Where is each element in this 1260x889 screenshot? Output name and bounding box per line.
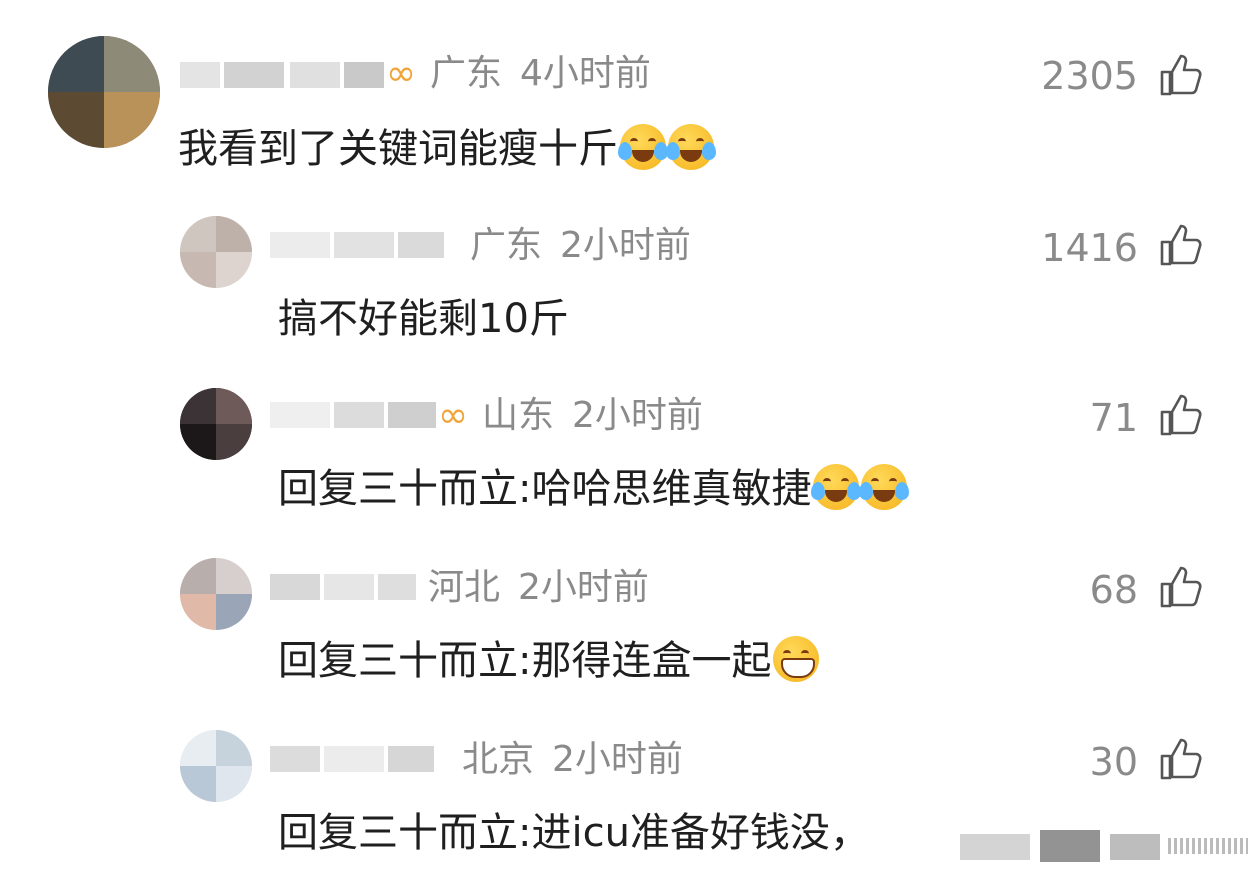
laugh-cry-emoji-icon <box>618 124 668 170</box>
thumbs-up-icon[interactable] <box>1158 52 1204 98</box>
comment-text-content: 回复三十而立:那得连盒一起 <box>278 638 772 684</box>
like-count: 2305 <box>1041 54 1138 98</box>
username-blurred[interactable] <box>270 566 420 606</box>
avatar[interactable] <box>180 388 252 460</box>
thumbs-up-icon[interactable] <box>1158 392 1204 438</box>
comment-meta: ∞ 山东 2小时前 <box>438 396 703 436</box>
comment-text: 回复三十而立:进icu准备好钱没， <box>278 810 870 856</box>
avatar[interactable] <box>180 730 252 802</box>
laugh-cry-emoji-icon <box>859 464 910 510</box>
username-blurred[interactable] <box>270 394 440 434</box>
time-label: 2小时前 <box>518 567 649 608</box>
time-label: 4小时前 <box>520 53 651 94</box>
time-label: 2小时前 <box>572 395 703 436</box>
watermark-blur <box>960 826 1250 866</box>
comment-text: 搞不好能剩10斤 <box>278 296 569 342</box>
avatar[interactable] <box>180 216 252 288</box>
location-label: 北京 <box>462 739 535 780</box>
like-count: 30 <box>1089 740 1138 784</box>
thumbs-up-icon[interactable] <box>1158 736 1204 782</box>
time-label: 2小时前 <box>552 739 683 780</box>
laugh-cry-emoji-icon <box>811 464 862 510</box>
avatar[interactable] <box>48 36 160 148</box>
location-label: 广东 <box>430 53 503 94</box>
comment-text-content: 回复三十而立:进icu准备好钱没， <box>278 810 870 856</box>
like-count: 1416 <box>1041 226 1138 270</box>
thumbs-up-icon[interactable] <box>1158 564 1204 610</box>
time-label: 2小时前 <box>560 225 691 266</box>
username-blurred[interactable] <box>180 54 390 94</box>
comment-meta: 北京 2小时前 <box>462 740 683 780</box>
comment-meta: ∞ 广东 4小时前 <box>386 54 651 94</box>
username-blurred[interactable] <box>270 224 450 264</box>
like-count: 68 <box>1089 568 1138 612</box>
location-label: 山东 <box>482 395 555 436</box>
comment-meta: 广东 2小时前 <box>470 226 691 266</box>
vip-badge-icon: ∞ <box>438 395 468 436</box>
comment-text: 回复三十而立:那得连盒一起 <box>278 636 820 686</box>
like-count: 71 <box>1089 396 1138 440</box>
comment-text: 回复三十而立:哈哈思维真敏捷 <box>278 464 910 514</box>
comment-text-content: 回复三十而立:哈哈思维真敏捷 <box>278 466 812 512</box>
location-label: 河北 <box>428 567 501 608</box>
username-blurred[interactable] <box>270 738 440 778</box>
location-label: 广东 <box>470 225 543 266</box>
vip-badge-icon: ∞ <box>386 53 416 94</box>
laugh-cry-emoji-icon <box>666 124 716 170</box>
avatar[interactable] <box>180 558 252 630</box>
grin-emoji-icon <box>773 636 820 682</box>
comment-meta: 河北 2小时前 <box>428 568 649 608</box>
thumbs-up-icon[interactable] <box>1158 222 1204 268</box>
comment-text-content: 我看到了关键词能瘦十斤 <box>178 126 618 172</box>
comment-text: 我看到了关键词能瘦十斤 <box>178 124 716 174</box>
